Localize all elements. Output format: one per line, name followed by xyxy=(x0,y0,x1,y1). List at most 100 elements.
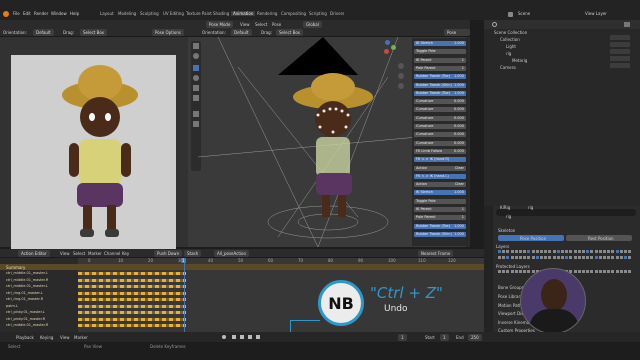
rig-property-row[interactable]: Rubber Tweak (Toe) 1.000 xyxy=(414,223,466,229)
bone-layer-toggle[interactable] xyxy=(548,250,552,253)
bone-layer-toggle[interactable] xyxy=(561,250,564,253)
protected-layer-toggle[interactable] xyxy=(519,270,522,273)
tab-sculpting[interactable]: Sculpting xyxy=(138,11,161,16)
bone-layer-toggle[interactable] xyxy=(598,256,602,259)
rig-property-row[interactable]: Toggle Pole xyxy=(414,198,466,204)
outliner-item-camera[interactable]: Camera xyxy=(500,65,516,70)
keyframe-strip[interactable] xyxy=(78,278,186,282)
bone-layer-toggle[interactable] xyxy=(527,256,531,259)
view-layer-selector[interactable]: View Layer xyxy=(585,11,607,16)
bone-layer-toggle[interactable] xyxy=(506,250,510,253)
bone-layer-toggle[interactable] xyxy=(506,256,510,259)
bone-layer-toggle[interactable] xyxy=(628,250,632,253)
vp-orientation-dropdown[interactable]: Default xyxy=(231,29,252,36)
outliner-visibility-column[interactable] xyxy=(610,35,630,69)
tab-drivers[interactable]: Drivers xyxy=(328,11,346,16)
bone-layer-toggle[interactable] xyxy=(573,250,577,253)
bone-layer-toggle[interactable] xyxy=(540,250,543,253)
properties-search[interactable] xyxy=(496,209,636,216)
start-frame-field[interactable]: 1 xyxy=(440,334,449,341)
bone-layer-toggle[interactable] xyxy=(577,250,581,253)
bone-layer-toggle[interactable] xyxy=(565,256,569,259)
bone-layer-toggle[interactable] xyxy=(565,250,569,253)
view-menu[interactable]: View xyxy=(60,335,70,340)
bone-layer-toggle[interactable] xyxy=(552,256,556,259)
menu-pose[interactable]: Pose xyxy=(272,22,281,27)
protected-layer-toggle[interactable] xyxy=(498,270,501,273)
bone-layer-toggle[interactable] xyxy=(552,250,556,253)
rig-property-row[interactable]: Rubber Tweak (Shin) 1.000 xyxy=(414,82,466,88)
rig-property-row[interactable]: Curvature 0.000 xyxy=(414,132,466,138)
vp-drag-dropdown[interactable]: Select Box xyxy=(276,29,304,36)
bone-layer-toggle[interactable] xyxy=(628,256,632,259)
current-frame-badge[interactable]: 1 xyxy=(181,258,186,263)
tab-scripting[interactable]: Scripting xyxy=(307,11,329,16)
protected-layer-toggle[interactable] xyxy=(624,270,627,273)
rig-property-row[interactable]: IK Stretch 1.000 xyxy=(414,190,466,196)
bone-layer-toggle[interactable] xyxy=(502,256,506,259)
bone-layer-toggle[interactable] xyxy=(519,250,522,253)
protected-layer-toggle[interactable] xyxy=(573,270,577,273)
properties-search-value[interactable]: rig xyxy=(506,214,511,219)
bone-layer-toggle[interactable] xyxy=(544,250,548,253)
stash-button[interactable]: Stash xyxy=(184,250,202,257)
bone-layer-toggle[interactable] xyxy=(523,256,527,259)
rig-property-row[interactable]: Rubber Tweak (Toe) 1.000 xyxy=(414,74,466,80)
keyframe-strip[interactable] xyxy=(78,298,186,301)
bone-layer-toggle[interactable] xyxy=(615,250,619,253)
tab-uv-editing[interactable]: UV Editing xyxy=(161,11,186,16)
tab-modeling[interactable]: Modeling xyxy=(116,11,138,16)
bone-layer-toggle[interactable] xyxy=(577,256,581,259)
ds-menu-view[interactable]: View xyxy=(60,251,70,256)
play-icon[interactable] xyxy=(248,335,252,339)
bone-layer-toggle[interactable] xyxy=(556,250,560,253)
keyframe-strip[interactable] xyxy=(78,311,186,314)
tab-animation[interactable]: Animation xyxy=(231,11,256,16)
outliner-item-collection[interactable]: Collection xyxy=(500,37,520,42)
protected-layer-toggle[interactable] xyxy=(510,270,514,273)
bone-layer-toggle[interactable] xyxy=(619,256,623,259)
orientation-dropdown[interactable]: Default xyxy=(33,29,54,36)
menu-help[interactable]: Help xyxy=(70,11,79,16)
bone-layer-toggle[interactable] xyxy=(535,256,539,259)
rig-property-row[interactable]: Action Clear xyxy=(414,182,466,188)
bone-layer-toggle[interactable] xyxy=(603,250,606,253)
end-frame-field[interactable]: 250 xyxy=(468,334,482,341)
protected-layer-toggle[interactable] xyxy=(615,270,619,273)
bone-layer-toggle[interactable] xyxy=(607,256,611,259)
bone-layer-toggle[interactable] xyxy=(535,250,539,253)
bone-layer-toggle[interactable] xyxy=(590,256,594,259)
push-down-button[interactable]: Push Down xyxy=(154,250,183,257)
tab-texture-paint[interactable]: Texture Paint xyxy=(184,11,214,16)
section-pose-library[interactable]: Pose Library xyxy=(498,294,523,299)
bone-layer-toggle[interactable] xyxy=(561,256,564,259)
rig-property-row[interactable]: IK Stretch 1.000 xyxy=(414,41,466,46)
dopesheet-mode[interactable]: Action Editor xyxy=(18,250,50,257)
protected-layer-toggle[interactable] xyxy=(514,270,518,273)
filter-icon[interactable] xyxy=(624,22,630,27)
bone-layer-toggle[interactable] xyxy=(594,256,598,259)
keyframe-strip[interactable] xyxy=(78,324,186,327)
bone-layer-toggle[interactable] xyxy=(598,250,602,253)
ds-menu-marker[interactable]: Marker xyxy=(88,251,102,256)
playhead[interactable] xyxy=(184,258,185,332)
bone-layer-toggle[interactable] xyxy=(498,256,501,259)
playback-menu[interactable]: Playback xyxy=(16,335,34,340)
bone-layer-toggle[interactable] xyxy=(590,250,594,253)
bone-layer-toggle[interactable] xyxy=(514,256,518,259)
protected-layer-toggle[interactable] xyxy=(594,270,598,273)
keyframe-strip[interactable] xyxy=(78,317,186,321)
scene-selector[interactable]: Scene xyxy=(518,11,530,16)
bone-layer-toggle[interactable] xyxy=(514,250,518,253)
keying-menu[interactable]: Keying xyxy=(40,335,53,340)
bone-layer-toggle[interactable] xyxy=(527,250,531,253)
rig-property-row[interactable]: Rubber Tweak (Toe) 1.000 xyxy=(414,90,466,96)
menu-edit[interactable]: Edit xyxy=(23,11,31,16)
search-icon[interactable] xyxy=(492,22,497,27)
bone-layer-toggle[interactable] xyxy=(615,256,619,259)
protected-layer-toggle[interactable] xyxy=(590,270,594,273)
jump-start-icon[interactable] xyxy=(232,335,236,339)
menu-render[interactable]: Render xyxy=(34,11,48,16)
outliner-item-light[interactable]: Light xyxy=(506,44,516,49)
keyframe-strip[interactable] xyxy=(78,291,186,295)
